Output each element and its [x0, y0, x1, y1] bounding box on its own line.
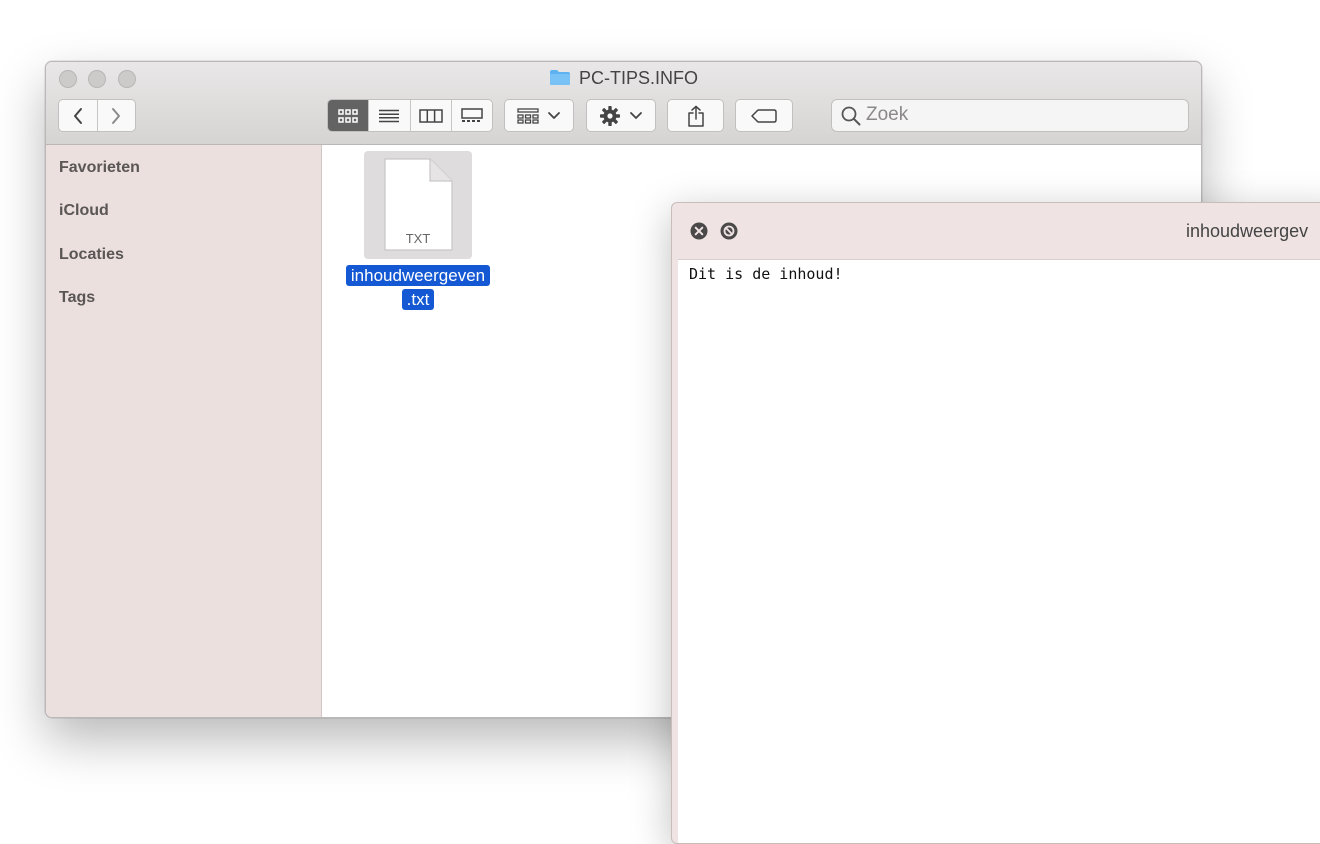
- sidebar-section-icloud[interactable]: iCloud: [59, 202, 109, 220]
- file-name-line-2: .txt: [401, 289, 435, 310]
- file-type-label: TXT: [405, 231, 431, 246]
- file-thumbnail[interactable]: TXT: [364, 151, 472, 259]
- columns-icon: [418, 108, 443, 123]
- file-name[interactable]: inhoudweergeven .txt: [329, 264, 507, 312]
- file-item[interactable]: TXT inhoudweergeven .txt: [329, 145, 507, 315]
- finder-toolbar: PC-TIPS.INFO: [46, 62, 1201, 145]
- view-mode-segmented: [327, 99, 493, 132]
- gear-icon: [600, 105, 620, 126]
- search-icon: [841, 106, 861, 126]
- chevron-down-icon: [548, 111, 560, 119]
- group-button[interactable]: [504, 99, 574, 132]
- tag-icon: [751, 108, 777, 123]
- fullscreen-icon[interactable]: [720, 222, 738, 240]
- group-icon: [517, 107, 539, 124]
- file-content-text: Dit is de inhoud!: [689, 265, 843, 283]
- view-gallery-button[interactable]: [452, 100, 492, 131]
- gallery-icon: [461, 108, 483, 122]
- quicklook-title: inhoudweergev: [1186, 221, 1309, 241]
- close-icon[interactable]: [690, 222, 708, 240]
- grid-icon: [338, 108, 358, 123]
- quicklook-content-area: Dit is de inhoud!: [678, 259, 1320, 843]
- nav-buttons: [58, 99, 136, 132]
- search-field[interactable]: [831, 99, 1189, 132]
- share-icon: [687, 105, 704, 127]
- view-columns-button[interactable]: [411, 100, 452, 131]
- sidebar: Favorieten iCloud Locaties Tags: [46, 145, 322, 717]
- tag-button[interactable]: [735, 99, 793, 132]
- chevron-left-icon: [73, 107, 82, 124]
- sidebar-section-locations[interactable]: Locaties: [59, 246, 124, 264]
- view-list-button[interactable]: [369, 100, 411, 131]
- share-button[interactable]: [667, 99, 724, 132]
- search-input[interactable]: [866, 104, 1166, 126]
- back-button[interactable]: [59, 100, 98, 131]
- file-name-line-1: inhoudweergeven: [345, 265, 491, 286]
- chevron-right-icon: [112, 107, 121, 124]
- window-title: PC-TIPS.INFO: [46, 68, 1201, 89]
- list-icon: [379, 109, 400, 122]
- view-icons-button[interactable]: [328, 100, 370, 131]
- window-title-text: PC-TIPS.INFO: [578, 68, 698, 88]
- folder-icon: [549, 69, 571, 86]
- sidebar-section-tags[interactable]: Tags: [59, 289, 95, 307]
- forward-button[interactable]: [98, 100, 136, 131]
- chevron-down-icon: [630, 111, 642, 119]
- action-button[interactable]: [586, 99, 656, 132]
- quicklook-window: inhoudweergev Dit is de inhoud!: [671, 202, 1320, 844]
- sidebar-section-favorites[interactable]: Favorieten: [59, 159, 140, 177]
